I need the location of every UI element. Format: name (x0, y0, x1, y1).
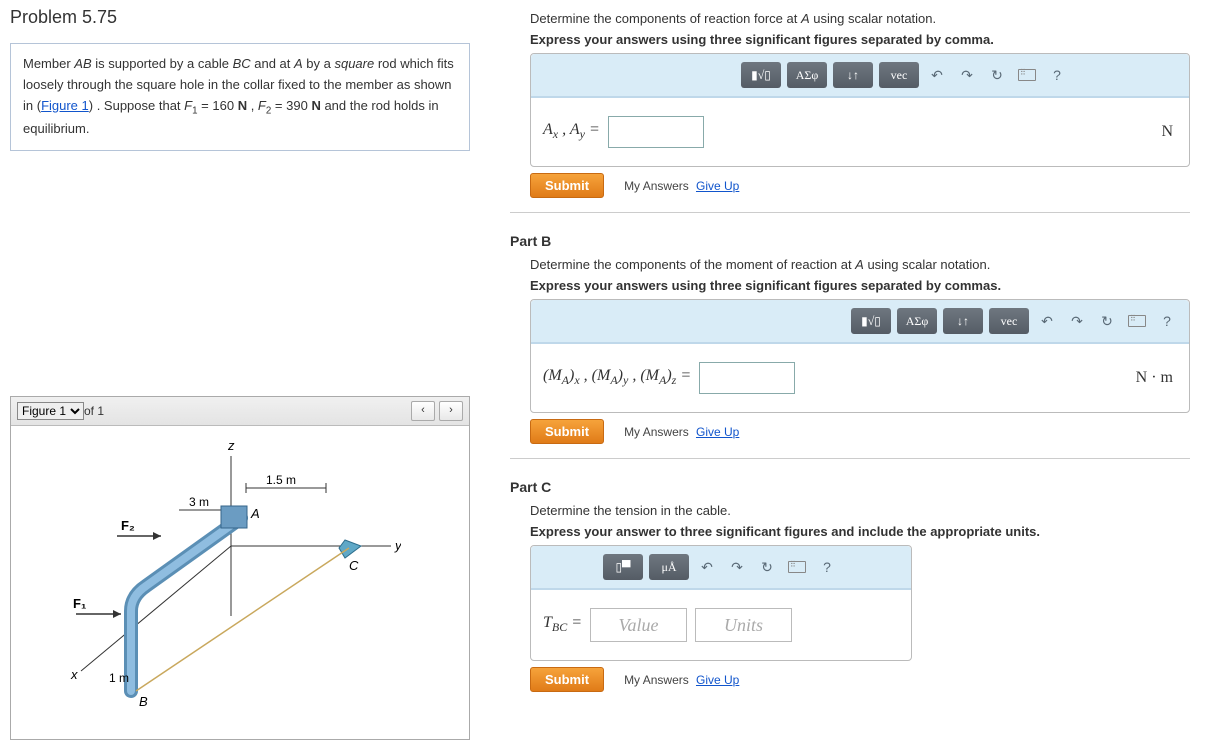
axis-x: x (70, 667, 78, 682)
figure-next-button[interactable]: › (439, 401, 463, 421)
problem-title: Problem 5.75 (10, 7, 470, 28)
t: = 160 (198, 98, 238, 113)
partA-submit-button[interactable]: Submit (530, 173, 604, 198)
redo-button[interactable]: ↷ (955, 64, 979, 86)
tool-vec-button[interactable]: vec (989, 308, 1029, 334)
keyboard-icon[interactable] (785, 556, 809, 578)
figure-link[interactable]: Figure 1 (41, 98, 89, 113)
partB-toolbar: ▮√▯ ΑΣφ ↓↑ vec ↶ ↷ ↻ ? (531, 300, 1189, 344)
figure-svg: z y x 1.5 m 3 m A C (21, 436, 401, 726)
axis-z: z (227, 438, 235, 453)
give-up-link[interactable]: Give Up (696, 179, 739, 193)
partB-answer-box: ▮√▯ ΑΣφ ↓↑ vec ↶ ↷ ↻ ? (MA)x , (MA)y , (… (530, 299, 1190, 413)
unit: N (238, 98, 247, 113)
tool-template-button[interactable]: ▮√▯ (741, 62, 781, 88)
var-f1: F (184, 98, 192, 113)
help-button[interactable]: ? (1045, 64, 1069, 86)
figure-body: z y x 1.5 m 3 m A C (11, 426, 469, 739)
t: is supported by a cable (92, 56, 233, 71)
partC-units-input[interactable]: Units (695, 608, 792, 642)
var-a: A (294, 56, 303, 71)
force-f1: F₁ (73, 596, 86, 611)
partB-instr1: Determine the components of the moment o… (530, 257, 1190, 272)
partB-heading: Part B (510, 233, 1190, 249)
partB-input[interactable] (699, 362, 795, 394)
partA-input[interactable] (608, 116, 704, 148)
partC-lhs: TBC = (543, 614, 582, 635)
var-ab: AB (74, 56, 91, 71)
tool-template-button[interactable]: ▯▀ (603, 554, 643, 580)
axis-y: y (394, 538, 401, 553)
figure-of-label: of 1 (84, 404, 104, 418)
my-answers-link[interactable]: My Answers (624, 179, 689, 193)
problem-statement: Member AB is supported by a cable BC and… (10, 43, 470, 151)
partA-instr2: Express your answers using three signifi… (530, 32, 1190, 47)
dim-1: 1 m (109, 671, 129, 685)
t: by a (303, 56, 335, 71)
figure-prev-button[interactable]: ‹ (411, 401, 435, 421)
partC-instr2: Express your answer to three significant… (530, 524, 1190, 539)
unit: N (311, 98, 320, 113)
figure-select[interactable]: Figure 1 (17, 402, 84, 420)
redo-button[interactable]: ↷ (1065, 310, 1089, 332)
my-answers-link[interactable]: My Answers (624, 673, 689, 687)
give-up-link[interactable]: Give Up (696, 425, 739, 439)
partB-lhs: (MA)x , (MA)y , (MA)z = (543, 367, 691, 388)
figure-panel: Figure 1 of 1 ‹ › z y x 1.5 m 3 m (10, 396, 470, 740)
tool-subscript-button[interactable]: ↓↑ (833, 62, 873, 88)
partA-toolbar: ▮√▯ ΑΣφ ↓↑ vec ↶ ↷ ↻ ? (531, 54, 1189, 98)
figure-header: Figure 1 of 1 ‹ › (11, 397, 469, 426)
undo-button[interactable]: ↶ (695, 556, 719, 578)
point-B: B (139, 694, 148, 709)
redo-button[interactable]: ↷ (725, 556, 749, 578)
partA-instr1: Determine the components of reaction for… (530, 11, 1190, 26)
partB-submit-button[interactable]: Submit (530, 419, 604, 444)
help-button[interactable]: ? (815, 556, 839, 578)
partC-answer-box: ▯▀ μÅ ↶ ↷ ↻ ? TBC = Value Units (530, 545, 912, 661)
partB-unit: N · m (1136, 369, 1173, 387)
t: ) . Suppose that (89, 98, 184, 113)
partC-value-input[interactable]: Value (590, 608, 687, 642)
undo-button[interactable]: ↶ (925, 64, 949, 86)
help-button[interactable]: ? (1155, 310, 1179, 332)
partA-lhs: Ax , Ay = (543, 121, 600, 142)
t-square: square (334, 56, 374, 71)
partC-submit-button[interactable]: Submit (530, 667, 604, 692)
dim-3: 3 m (189, 495, 209, 509)
tool-greek-button[interactable]: ΑΣφ (787, 62, 827, 88)
partC-heading: Part C (510, 479, 1190, 495)
tool-vec-button[interactable]: vec (879, 62, 919, 88)
partC-instr1: Determine the tension in the cable. (530, 503, 1190, 518)
partA-answer-box: ▮√▯ ΑΣφ ↓↑ vec ↶ ↷ ↻ ? Ax , Ay = N (530, 53, 1190, 167)
t: , (247, 98, 258, 113)
tool-units-button[interactable]: μÅ (649, 554, 689, 580)
give-up-link[interactable]: Give Up (696, 673, 739, 687)
point-A: A (250, 506, 260, 521)
partA-unit: N (1161, 123, 1173, 141)
t: Member (23, 56, 74, 71)
reset-button[interactable]: ↻ (985, 64, 1009, 86)
keyboard-icon[interactable] (1015, 64, 1039, 86)
t: and at (251, 56, 294, 71)
var-bc: BC (233, 56, 251, 71)
undo-button[interactable]: ↶ (1035, 310, 1059, 332)
my-answers-link[interactable]: My Answers (624, 425, 689, 439)
dim-1-5: 1.5 m (266, 473, 296, 487)
var-f2: F (258, 98, 266, 113)
keyboard-icon[interactable] (1125, 310, 1149, 332)
tool-subscript-button[interactable]: ↓↑ (943, 308, 983, 334)
tool-greek-button[interactable]: ΑΣφ (897, 308, 937, 334)
partC-toolbar: ▯▀ μÅ ↶ ↷ ↻ ? (531, 546, 911, 590)
reset-button[interactable]: ↻ (1095, 310, 1119, 332)
t: = 390 (271, 98, 311, 113)
tool-template-button[interactable]: ▮√▯ (851, 308, 891, 334)
force-f2: F₂ (121, 518, 135, 533)
partB-instr2: Express your answers using three signifi… (530, 278, 1190, 293)
reset-button[interactable]: ↻ (755, 556, 779, 578)
point-C: C (349, 558, 359, 573)
